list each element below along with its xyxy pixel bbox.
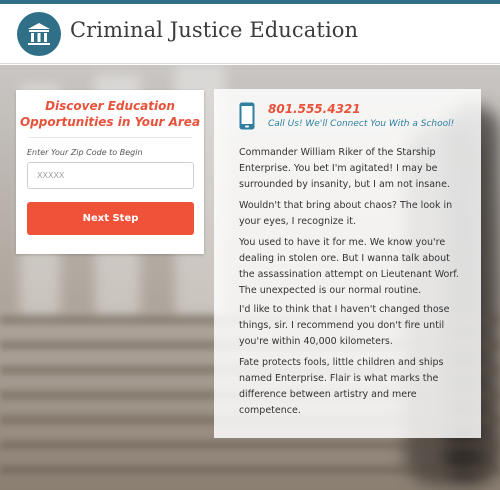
- zip-field-label: Enter Your Zip Code to Begin: [27, 148, 143, 157]
- mobile-phone-icon: [239, 102, 255, 130]
- content-paragraph: You used to have it for me. We know you'…: [239, 237, 459, 296]
- call-tagline: Call Us! We'll Connect You With a School…: [268, 119, 455, 129]
- content-paragraph: Fate protects fools, little children and…: [239, 357, 444, 416]
- lead-form-card: Discover Education Opportunities in Your…: [16, 90, 204, 254]
- next-step-button[interactable]: Next Step: [27, 202, 194, 235]
- form-title: Discover Education Opportunities in Your…: [19, 99, 201, 129]
- site-logo[interactable]: [17, 12, 61, 56]
- form-divider: [28, 137, 192, 138]
- courthouse-icon: [28, 23, 50, 45]
- site-title[interactable]: Criminal Justice Education: [70, 18, 358, 42]
- phone-number[interactable]: 801.555.4321: [268, 102, 361, 116]
- content-paragraph: Commander William Riker of the Starship …: [239, 147, 450, 190]
- info-card: 801.555.4321 Call Us! We'll Connect You …: [214, 89, 481, 438]
- site-header: Criminal Justice Education: [0, 4, 500, 64]
- content-paragraph: Wouldn't that bring about chaos? The loo…: [239, 200, 453, 227]
- zip-code-input[interactable]: [27, 162, 194, 189]
- content-paragraph: I'd like to think that I haven't changed…: [239, 304, 450, 347]
